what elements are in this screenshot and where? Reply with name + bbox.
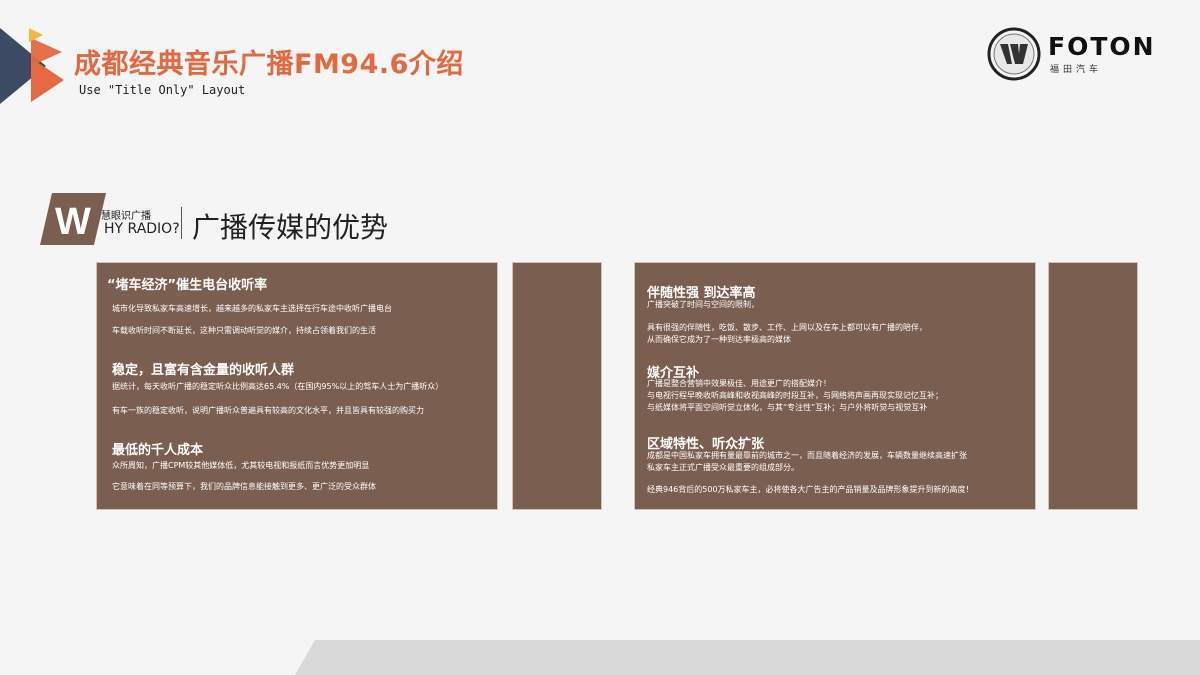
logo-subtext: 福田汽车 <box>1050 65 1103 75</box>
panel-text: 众所周知，广播CPM较其他媒体低，尤其较电视和报纸而言优势更加明显 <box>112 461 370 470</box>
logo-wordmark: FOTON <box>1048 32 1156 61</box>
panel-text: 经典946背后的500万私家车主，必将使各大广告主的产品销量及品牌形象提升到新的… <box>647 485 974 494</box>
panel-text: 城市化导致私家车高速增长，越来越多的私家车主选择在行车途中收听广播电台 <box>112 304 392 313</box>
panel-heading: 最低的千人成本 <box>112 443 204 458</box>
panel-text: 具有很强的伴随性，吃饭、散步、工作、上网以及在车上都可以有广播的陪伴， <box>647 323 927 332</box>
panel-text: 据统计，每天收听广播的稳定听众比例高达65.4%（在国内95%以上的驾车人士为广… <box>112 382 444 391</box>
right-content-panel: 伴随性强 到达率高 广播突破了时间与空间的限制， 具有很强的伴随性，吃饭、散步、… <box>634 262 1036 510</box>
panel-text: 广播突破了时间与空间的限制， <box>647 300 759 309</box>
foton-emblem-icon <box>987 27 1041 81</box>
badge-letter: W <box>55 201 91 243</box>
panel-text: 它意味着在同等预算下，我们的品牌信息能接触到更多、更广泛的受众群体 <box>112 482 376 491</box>
panel-text: 有车一族的稳定收听，说明广播听众普遍具有较高的文化水平，并且皆具有较强的购买力 <box>112 406 424 415</box>
panel-heading: “堵车经济”催生电台收听率 <box>107 278 268 293</box>
right-side-block <box>1048 262 1138 510</box>
slide-title: 成都经典音乐广播FM94.6介绍 <box>74 49 464 80</box>
section-title: 广播传媒的优势 <box>192 211 389 244</box>
badge-divider <box>181 207 182 239</box>
left-content-panel: “堵车经济”催生电台收听率 城市化导致私家车高速增长，越来越多的私家车主选择在行… <box>96 262 498 510</box>
panel-text: 成都是中国私家车拥有量最靠前的城市之一，而且随着经济的发展，车辆数量继续高速扩张 <box>647 451 967 460</box>
w-badge-icon: W <box>40 193 106 245</box>
section-heading: W 慧眼识广播 HY RADIO? 广播传媒的优势 <box>40 193 440 245</box>
panel-text: 从而确保它成为了一种到达率极高的媒体 <box>647 335 791 344</box>
badge-bottom-text: HY RADIO? <box>104 221 180 237</box>
panel-text: 私家车主正式广播受众最重要的组成部分。 <box>647 463 799 472</box>
foton-logo: FOTON 福田汽车 <box>986 26 1176 82</box>
panel-text: 与电视行程早晚收听高峰和收视高峰的时段互补，与网络将声画再现实现记忆互补； <box>647 391 943 400</box>
panel-text: 车载收听时间不断延长，这种只需调动听觉的媒介，持续占领着我们的生活 <box>112 326 376 335</box>
panel-text: 与纸媒体将平面空间听觉立体化，与其“专注性”互补；与户外将听觉与视觉互补 <box>647 403 928 412</box>
left-side-block <box>512 262 602 510</box>
slide-subtitle: Use "Title Only" Layout <box>79 83 246 97</box>
badge-top-text: 慧眼识广播 <box>101 211 151 222</box>
panel-text: 广播是整合营销中效果极佳、用途更广的搭配媒介！ <box>647 379 831 388</box>
slide: 成都经典音乐广播FM94.6介绍 Use "Title Only" Layout… <box>0 0 1200 675</box>
panel-heading: 稳定，且富有含金量的收听人群 <box>112 363 295 378</box>
